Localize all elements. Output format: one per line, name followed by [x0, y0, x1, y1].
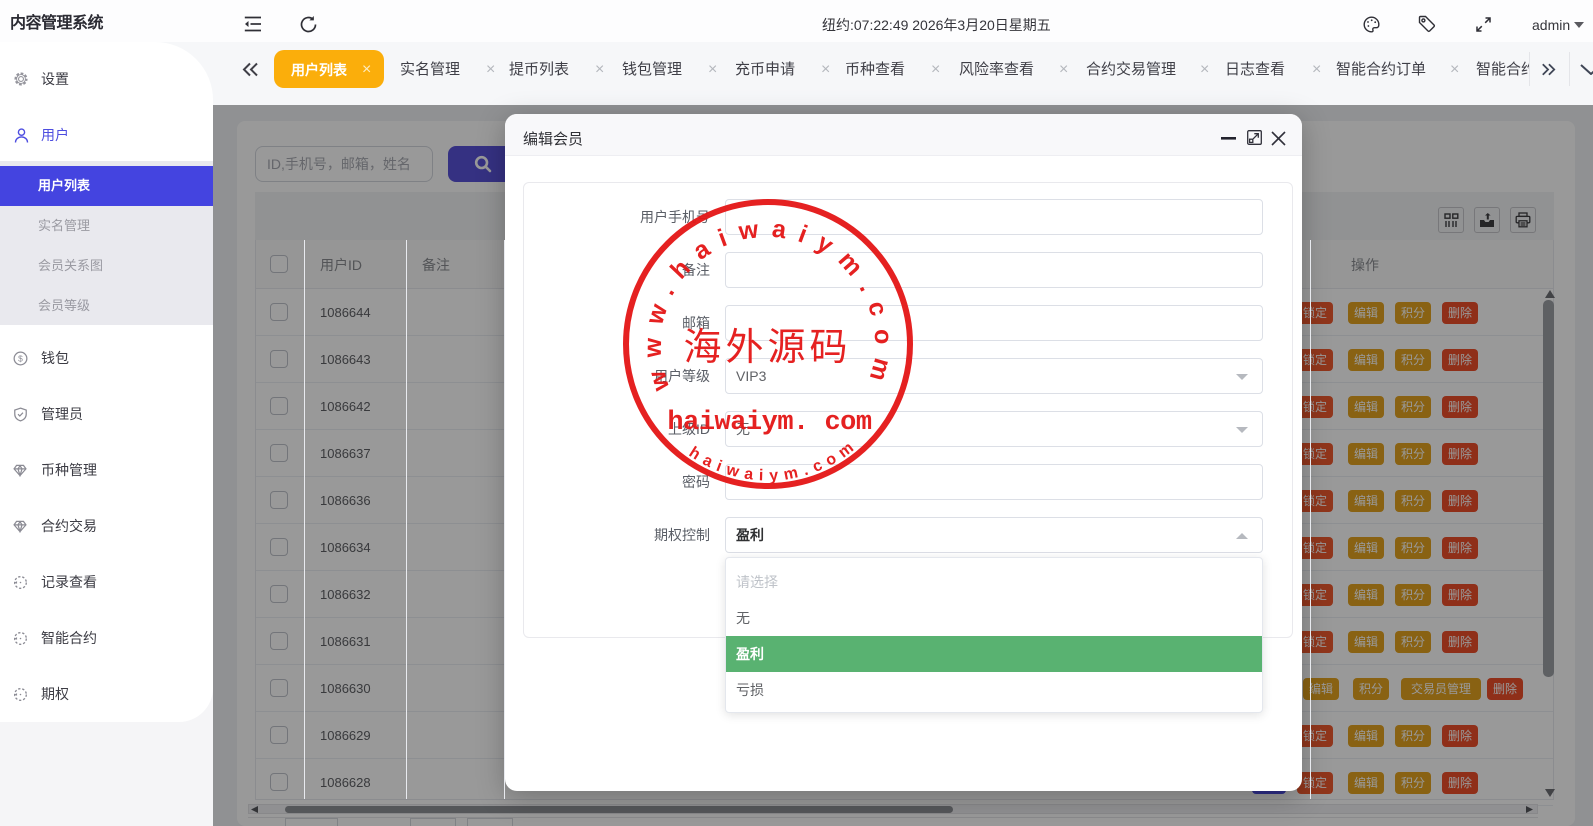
- svg-text:haiwaiym. com: haiwaiym. com: [667, 408, 871, 438]
- svg-text:$: $: [18, 353, 23, 363]
- svg-text:海外源码: 海外源码: [683, 327, 851, 369]
